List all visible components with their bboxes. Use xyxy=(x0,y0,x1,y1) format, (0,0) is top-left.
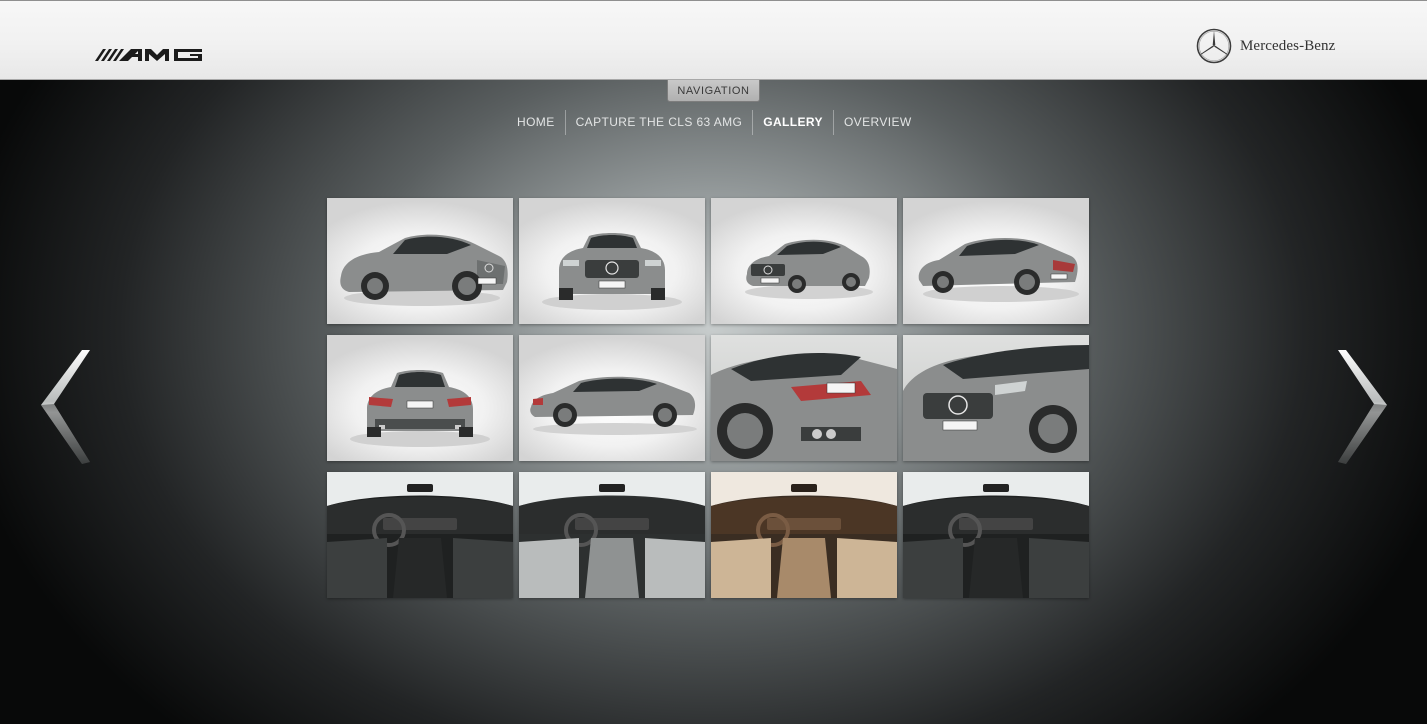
car-interior-black-image xyxy=(327,472,513,598)
amg-logo-icon xyxy=(95,49,202,61)
nav-item-capture[interactable]: CAPTURE THE CLS 63 AMG xyxy=(566,110,753,135)
gallery-thumbnail[interactable] xyxy=(519,335,705,461)
gallery-grid xyxy=(327,198,1089,598)
gallery-thumbnail[interactable] xyxy=(519,198,705,324)
mercedes-star-icon xyxy=(1196,28,1232,64)
gallery-thumbnail[interactable] xyxy=(903,198,1089,324)
car-interior-black-image xyxy=(903,472,1089,598)
car-side-image xyxy=(530,376,697,435)
car-front-closeup-image xyxy=(903,345,1089,461)
amg-logo[interactable] xyxy=(95,47,205,63)
gallery-thumbnail[interactable] xyxy=(711,472,897,598)
chevron-left-icon xyxy=(41,350,90,464)
car-front-image xyxy=(542,233,682,310)
brand-name: Mercedes-Benz xyxy=(1240,37,1336,54)
gallery-thumbnail[interactable] xyxy=(711,335,897,461)
car-front-three-quarter-image xyxy=(340,234,508,306)
gallery-thumbnail[interactable] xyxy=(711,198,897,324)
site-header: Mercedes-Benz xyxy=(0,0,1427,80)
gallery-thumbnail[interactable] xyxy=(327,472,513,598)
nav-item-home[interactable]: HOME xyxy=(507,110,565,135)
nav-item-overview[interactable]: OVERVIEW xyxy=(834,110,922,135)
gallery-thumbnail[interactable] xyxy=(327,198,513,324)
gallery-thumbnail[interactable] xyxy=(903,472,1089,598)
previous-button[interactable] xyxy=(38,348,94,466)
car-interior-grey-image xyxy=(519,472,705,598)
car-interior-beige-image xyxy=(711,472,897,598)
car-front-three-quarter-small-image xyxy=(745,239,873,299)
gallery-thumbnail[interactable] xyxy=(519,472,705,598)
navigation-toggle-button[interactable]: NAVIGATION xyxy=(667,80,760,102)
nav-menu: HOME CAPTURE THE CLS 63 AMG GALLERY OVER… xyxy=(507,110,922,135)
chevron-right-icon xyxy=(1338,350,1387,464)
car-rear-closeup-image xyxy=(711,353,897,461)
car-rear-image xyxy=(350,370,490,447)
next-button[interactable] xyxy=(1334,348,1390,466)
gallery-thumbnail[interactable] xyxy=(327,335,513,461)
mercedes-benz-logo[interactable]: Mercedes-Benz xyxy=(1196,27,1335,65)
gallery-thumbnail[interactable] xyxy=(903,335,1089,461)
car-rear-three-quarter-image xyxy=(918,238,1079,302)
nav-item-gallery[interactable]: GALLERY xyxy=(753,110,833,135)
